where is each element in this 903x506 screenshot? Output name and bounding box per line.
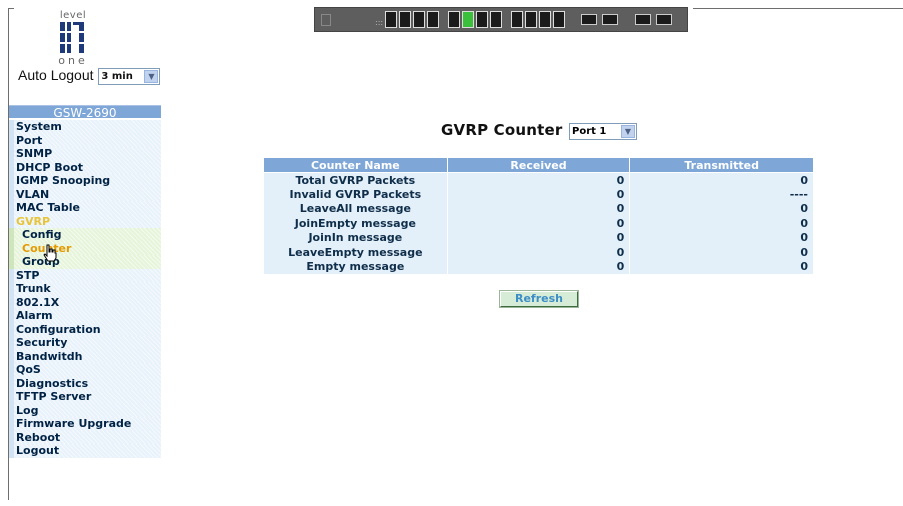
transmitted-cell: 0 bbox=[629, 216, 814, 231]
frame-border-top-right bbox=[693, 8, 903, 9]
transmitted-cell: 0 bbox=[629, 259, 814, 274]
port-icon bbox=[476, 11, 488, 28]
port-icon bbox=[427, 11, 439, 28]
frame-border-top-left bbox=[8, 8, 14, 9]
sidebar-item-igmp-snooping[interactable]: IGMP Snooping bbox=[9, 174, 161, 188]
received-cell: 0 bbox=[446, 201, 631, 216]
auto-logout-label: Auto Logout bbox=[18, 67, 94, 83]
sidebar-item-qos[interactable]: QoS bbox=[9, 363, 161, 377]
table-row: Total GVRP Packets 0 0 bbox=[263, 172, 814, 187]
port-group-1 bbox=[385, 11, 439, 28]
port-icon bbox=[490, 11, 502, 28]
received-cell: 0 bbox=[446, 172, 631, 187]
port-icon bbox=[385, 11, 397, 28]
sidebar-item-port[interactable]: Port bbox=[9, 133, 161, 147]
sidebar-item-reboot[interactable]: Reboot bbox=[9, 430, 161, 444]
sidebar-item-gvrp[interactable]: GVRP bbox=[9, 214, 161, 228]
logo-word-bottom: one bbox=[58, 54, 88, 67]
sfp-slot-icon bbox=[602, 14, 618, 25]
sfp-slot-icon bbox=[656, 14, 672, 25]
chevron-down-icon[interactable]: ▼ bbox=[144, 69, 159, 83]
port-icon bbox=[413, 11, 425, 28]
sidebar-item-802-1x[interactable]: 802.1X bbox=[9, 295, 161, 309]
sidebar-item-firmware-upgrade[interactable]: Firmware Upgrade bbox=[9, 417, 161, 431]
sidebar-item-vlan[interactable]: VLAN bbox=[9, 187, 161, 201]
transmitted-cell: 0 bbox=[629, 245, 814, 260]
sidebar-item-security[interactable]: Security bbox=[9, 336, 161, 350]
table-row: LeaveAll message 0 0 bbox=[263, 201, 814, 216]
sidebar-item-diagnostics[interactable]: Diagnostics bbox=[9, 376, 161, 390]
page-title: GVRP Counter bbox=[441, 121, 563, 139]
logo-mark-icon bbox=[60, 22, 84, 53]
port-select[interactable]: Port 1 ▼ bbox=[569, 123, 637, 140]
port-active-icon bbox=[462, 11, 474, 28]
transmitted-cell: 0 bbox=[629, 230, 814, 245]
port-group-2 bbox=[448, 11, 502, 28]
counter-name-cell: JoinEmpty message bbox=[263, 216, 448, 231]
table-row: LeaveEmpty message 0 0 bbox=[263, 245, 814, 260]
received-cell: 0 bbox=[446, 230, 631, 245]
transmitted-cell: ---- bbox=[629, 187, 814, 202]
counter-name-cell: LeaveAll message bbox=[263, 201, 448, 216]
gvrp-counter-table: Counter Name Received Transmitted Total … bbox=[263, 157, 814, 274]
port-group-3 bbox=[511, 11, 565, 28]
sidebar-item-snmp[interactable]: SNMP bbox=[9, 147, 161, 161]
received-cell: 0 bbox=[446, 245, 631, 260]
sfp-slot-icon bbox=[635, 14, 651, 25]
sidebar-item-log[interactable]: Log bbox=[9, 403, 161, 417]
sidebar-item-system[interactable]: System bbox=[9, 120, 161, 134]
chevron-down-icon[interactable]: ▼ bbox=[621, 125, 635, 138]
sidebar-item-tftp-server[interactable]: TFTP Server bbox=[9, 390, 161, 404]
levelone-logo: level one bbox=[48, 10, 98, 68]
port-icon bbox=[511, 11, 523, 28]
led-indicator-icon: ::: bbox=[375, 18, 384, 27]
port-icon bbox=[448, 11, 460, 28]
port-select-value: Port 1 bbox=[572, 126, 607, 137]
sidebar-subitem-counter[interactable]: Counter bbox=[9, 241, 161, 255]
device-logo-icon bbox=[321, 14, 331, 26]
column-header-counter-name: Counter Name bbox=[263, 157, 448, 173]
sidebar-subitem-config[interactable]: Config bbox=[9, 228, 161, 242]
counter-name-cell: Empty message bbox=[263, 259, 448, 274]
table-row: Invalid GVRP Packets 0 ---- bbox=[263, 187, 814, 202]
sidebar-item-stp[interactable]: STP bbox=[9, 268, 161, 282]
sidebar-item-bandwidth[interactable]: Bandwitdh bbox=[9, 349, 161, 363]
device-front-panel: ::: bbox=[314, 7, 688, 32]
received-cell: 0 bbox=[446, 216, 631, 231]
sidebar-item-logout[interactable]: Logout bbox=[9, 444, 161, 458]
sidebar-subitem-group[interactable]: Group bbox=[9, 255, 161, 269]
refresh-button[interactable]: Refresh bbox=[499, 290, 579, 308]
auto-logout-value: 3 min bbox=[101, 70, 133, 82]
port-icon bbox=[553, 11, 565, 28]
table-header-row: Counter Name Received Transmitted bbox=[263, 157, 814, 173]
table-row: JoinIn message 0 0 bbox=[263, 230, 814, 245]
received-cell: 0 bbox=[446, 259, 631, 274]
counter-name-cell: Invalid GVRP Packets bbox=[263, 187, 448, 202]
port-icon bbox=[399, 11, 411, 28]
column-header-transmitted: Transmitted bbox=[629, 157, 814, 173]
port-icon bbox=[525, 11, 537, 28]
sidebar-item-dhcp-boot[interactable]: DHCP Boot bbox=[9, 160, 161, 174]
sidebar-device-name: GSW-2690 bbox=[9, 105, 161, 120]
sidebar: GSW-2690 System Port SNMP DHCP Boot IGMP… bbox=[9, 105, 161, 458]
counter-name-cell: JoinIn message bbox=[263, 230, 448, 245]
table-row: JoinEmpty message 0 0 bbox=[263, 216, 814, 231]
transmitted-cell: 0 bbox=[629, 172, 814, 187]
auto-logout-select[interactable]: 3 min ▼ bbox=[98, 67, 161, 85]
table-row: Empty message 0 0 bbox=[263, 259, 814, 274]
sidebar-item-configuration[interactable]: Configuration bbox=[9, 322, 161, 336]
sidebar-item-trunk[interactable]: Trunk bbox=[9, 282, 161, 296]
sfp-slot-icon bbox=[581, 14, 597, 25]
sidebar-item-alarm[interactable]: Alarm bbox=[9, 309, 161, 323]
sidebar-item-mac-table[interactable]: MAC Table bbox=[9, 201, 161, 215]
auto-logout: Auto Logout 3 min ▼ bbox=[18, 67, 161, 85]
received-cell: 0 bbox=[446, 187, 631, 202]
counter-name-cell: LeaveEmpty message bbox=[263, 245, 448, 260]
logo-word-top: level bbox=[59, 10, 87, 21]
column-header-received: Received bbox=[446, 157, 631, 173]
hand-cursor-icon bbox=[43, 244, 57, 262]
port-icon bbox=[539, 11, 551, 28]
transmitted-cell: 0 bbox=[629, 201, 814, 216]
counter-name-cell: Total GVRP Packets bbox=[263, 172, 448, 187]
